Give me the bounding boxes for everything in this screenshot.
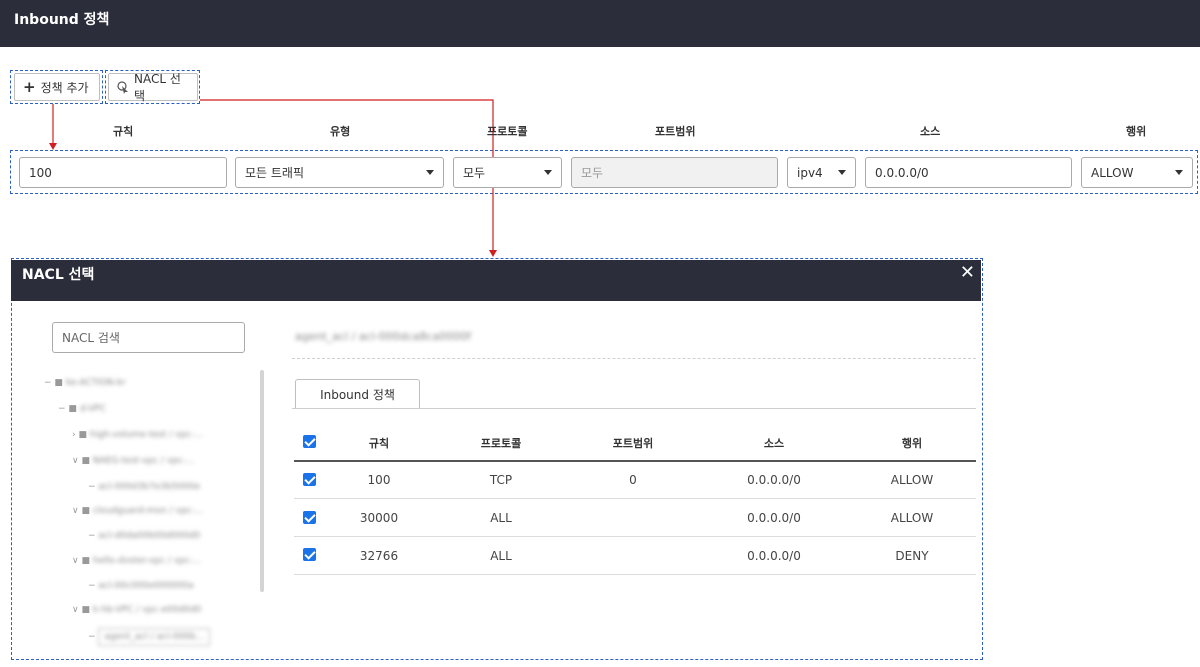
- th-protocol: 프로토콜: [480, 437, 522, 450]
- tree-leaf[interactable]: − acl-00c000e000000a: [88, 581, 194, 591]
- folder-icon: ■: [78, 430, 87, 440]
- tree-node-label: ke-ACTION-kr: [65, 378, 126, 388]
- col-action: 행위: [1126, 125, 1147, 138]
- th-port-range: 포트범위: [612, 437, 654, 450]
- tab-divider: [292, 408, 976, 409]
- ip-version-value: ipv4: [797, 165, 823, 180]
- source-input[interactable]: 0.0.0.0/0: [865, 157, 1072, 188]
- selected-nacl-name: agent_acl / acl-000dca8ca0000f: [295, 330, 472, 343]
- col-source: 소스: [920, 125, 941, 138]
- col-protocol: 프로토콜: [487, 125, 528, 138]
- tree-leaf[interactable]: − acl-d0da00b00d000d0: [88, 531, 200, 541]
- th-source: 소스: [763, 437, 785, 450]
- tree-node[interactable]: ∨ ■ hello-dvster-vpc / vpc-...: [72, 556, 202, 566]
- screen: Inbound 정책 + 정책 추가 NACL 선택 규칙 유형 프로토콜 포트…: [0, 0, 1200, 667]
- cell-rule: 30000: [359, 511, 399, 525]
- th-rule: 규칙: [368, 437, 390, 450]
- ip-version-select[interactable]: ipv4: [787, 157, 856, 188]
- cell-action: ALLOW: [890, 473, 934, 487]
- tree-node[interactable]: ∨ ■ NAEG-test-vpc / vpc-...: [72, 456, 195, 466]
- chevron-down-icon: [1175, 170, 1183, 175]
- select-all-checkbox[interactable]: [303, 435, 316, 448]
- expand-icon: ›: [72, 430, 76, 440]
- row-checkbox[interactable]: [303, 511, 316, 524]
- leaf-icon: −: [88, 531, 96, 541]
- nacl-search-input[interactable]: NACL 검색: [52, 322, 245, 353]
- chevron-down-icon: [426, 170, 434, 175]
- collapse-icon: ∨: [72, 556, 79, 566]
- nacl-search-placeholder: NACL 검색: [62, 331, 120, 345]
- collapse-icon: ∨: [72, 506, 79, 516]
- type-select[interactable]: 모든 트래픽: [235, 157, 444, 188]
- cell-port-range: 0: [629, 473, 637, 487]
- tree-node-label: agent_acl / acl-000b...: [98, 628, 211, 646]
- tree-node-label: cloudguard-mon / vpc-...: [92, 506, 204, 516]
- folder-icon: ■: [81, 605, 90, 615]
- tree-node-label: acl-000d3b7e3b5000e: [98, 482, 201, 492]
- tree-node[interactable]: ∨ ■ cloudguard-mon / vpc-...: [72, 506, 203, 516]
- collapse-icon: ∨: [72, 456, 79, 466]
- collapse-icon: −: [44, 378, 52, 388]
- tree-node-label: NAEG-test-vpc / vpc-...: [92, 456, 195, 466]
- protocol-select[interactable]: 모두: [453, 157, 562, 188]
- cell-rule: 100: [367, 473, 391, 487]
- cell-source: 0.0.0.0/0: [747, 549, 801, 563]
- tree-node-label: acl-00c000e000000a: [98, 581, 194, 591]
- tree-node-label: acl-d0da00b00d000d0: [98, 531, 201, 541]
- tree-leaf-selected[interactable]: − agent_acl / acl-000b...: [88, 628, 211, 646]
- tree-node[interactable]: − ■ d-VPC: [58, 404, 106, 414]
- cell-protocol: ALL: [490, 511, 512, 525]
- collapse-icon: −: [58, 404, 66, 414]
- port-range-value: 모두: [581, 166, 604, 180]
- chevron-down-icon: [838, 170, 846, 175]
- tree-node-label: d-VPC: [79, 404, 107, 414]
- action-value: ALLOW: [1091, 165, 1134, 180]
- folder-icon: ■: [81, 556, 90, 566]
- tab-label: Inbound 정책: [320, 388, 395, 402]
- tree-scrollbar[interactable]: [260, 370, 264, 592]
- col-type: 유형: [330, 125, 351, 138]
- row-checkbox[interactable]: [303, 473, 316, 486]
- tree-leaf[interactable]: − acl-000d3b7e3b5000e: [88, 482, 200, 492]
- folder-icon: ■: [81, 506, 90, 516]
- col-rule: 규칙: [113, 125, 134, 138]
- modal-title: NACL 선택: [22, 267, 95, 283]
- leaf-icon: −: [88, 632, 96, 642]
- rule-number-input[interactable]: 100: [19, 157, 227, 188]
- folder-icon: ■: [54, 378, 63, 388]
- cell-action: ALLOW: [890, 511, 934, 525]
- cell-source: 0.0.0.0/0: [747, 473, 801, 487]
- cell-action: DENY: [895, 549, 929, 563]
- folder-icon: ■: [68, 404, 77, 414]
- cell-source: 0.0.0.0/0: [747, 511, 801, 525]
- modal-header: NACL 선택 ✕: [11, 260, 981, 301]
- action-select[interactable]: ALLOW: [1081, 157, 1193, 188]
- close-icon[interactable]: ✕: [960, 262, 975, 283]
- source-value: 0.0.0.0/0: [875, 165, 929, 180]
- rule-number-value: 100: [29, 165, 52, 180]
- leaf-icon: −: [88, 482, 96, 492]
- cell-protocol: ALL: [490, 549, 512, 563]
- tree-node[interactable]: ∨ ■ k-hb-VPC / vpc-e00d0d0: [72, 605, 201, 615]
- divider: [292, 358, 976, 359]
- type-value: 모든 트래픽: [245, 166, 305, 180]
- col-port-range: 포트범위: [655, 125, 696, 138]
- cell-protocol: TCP: [489, 473, 513, 487]
- folder-icon: ■: [81, 456, 90, 466]
- collapse-icon: ∨: [72, 605, 79, 615]
- tree-node[interactable]: › ■ high-volume-test / vpc-...: [72, 430, 203, 440]
- tree-node-label: high-volume-test / vpc-...: [89, 430, 203, 440]
- row-checkbox[interactable]: [303, 548, 316, 561]
- tree-node-label: k-hb-VPC / vpc-e00d0d0: [92, 605, 202, 615]
- cell-rule: 32766: [359, 549, 399, 563]
- tab-inbound-policy[interactable]: Inbound 정책: [295, 379, 420, 409]
- port-range-input[interactable]: 모두: [571, 157, 778, 188]
- chevron-down-icon: [544, 170, 552, 175]
- th-action: 행위: [901, 437, 923, 450]
- tree-node-label: hello-dvster-vpc / vpc-...: [92, 556, 202, 566]
- protocol-value: 모두: [463, 166, 486, 180]
- leaf-icon: −: [88, 581, 96, 591]
- tree-node[interactable]: − ■ ke-ACTION-kr: [44, 378, 126, 388]
